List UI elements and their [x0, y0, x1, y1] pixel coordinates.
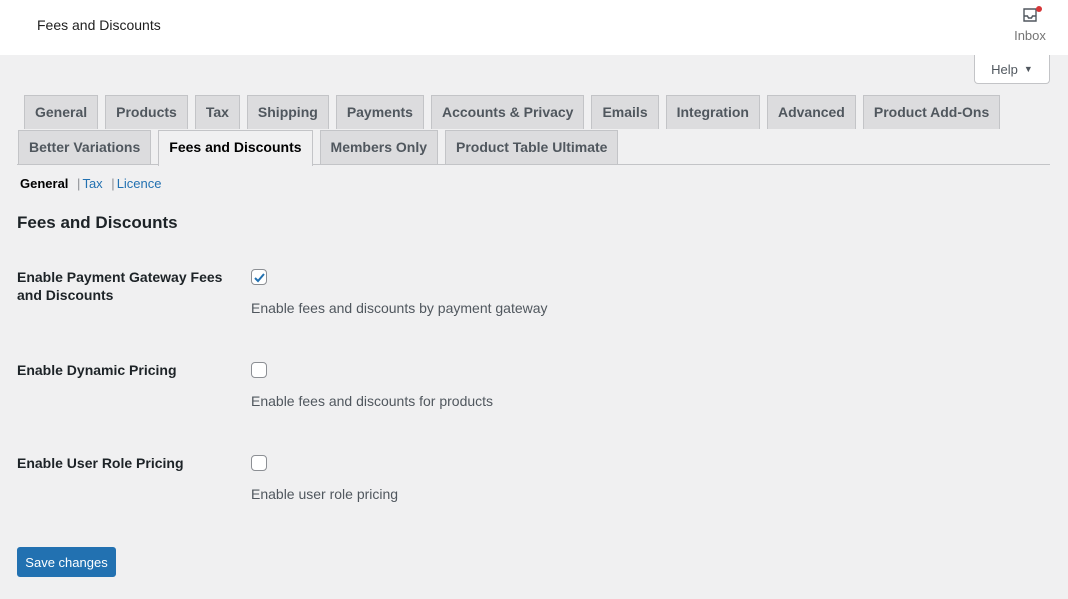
help-label: Help — [991, 61, 1018, 77]
page-title: Fees and Discounts — [37, 17, 161, 33]
payment-gateway-fees-checkbox[interactable] — [251, 269, 267, 285]
tab-fees-and-discounts[interactable]: Fees and Discounts — [158, 130, 313, 166]
subnav-general[interactable]: General — [20, 176, 68, 191]
tabs-row-2: Better Variations Fees and Discounts Mem… — [17, 130, 1050, 166]
tab-product-table-ultimate[interactable]: Product Table Ultimate — [445, 130, 619, 164]
tab-payments[interactable]: Payments — [335, 95, 424, 129]
tab-general[interactable]: General — [24, 95, 99, 129]
subnav-licence[interactable]: Licence — [117, 176, 162, 191]
inbox-icon — [1012, 6, 1048, 24]
tab-emails[interactable]: Emails — [591, 95, 659, 129]
tab-tax[interactable]: Tax — [194, 95, 240, 129]
section-heading: Fees and Discounts — [17, 213, 178, 232]
tab-shipping[interactable]: Shipping — [246, 95, 329, 129]
tab-product-add-ons[interactable]: Product Add-Ons — [862, 95, 1001, 129]
help-button[interactable]: Help ▼ — [974, 55, 1050, 84]
sub-navigation: General | Tax | Licence — [20, 176, 162, 191]
payment-gateway-fees-label: Enable Payment Gateway Fees and Discount… — [17, 269, 223, 303]
save-changes-button[interactable]: Save changes — [17, 547, 116, 577]
payment-gateway-fees-description: Enable fees and discounts by payment gat… — [251, 300, 548, 316]
checkmark-icon — [254, 273, 265, 283]
tabs-row-1: General Products Tax Shipping Payments A… — [17, 95, 1050, 130]
tab-better-variations[interactable]: Better Variations — [18, 130, 152, 164]
tab-products[interactable]: Products — [105, 95, 188, 129]
dynamic-pricing-label: Enable Dynamic Pricing — [17, 362, 177, 378]
subnav-tax[interactable]: Tax — [82, 176, 102, 191]
user-role-pricing-description: Enable user role pricing — [251, 486, 399, 502]
user-role-pricing-checkbox[interactable] — [251, 455, 267, 471]
tab-advanced[interactable]: Advanced — [766, 95, 856, 129]
tab-integration[interactable]: Integration — [665, 95, 760, 129]
inbox-button[interactable]: Inbox — [1012, 6, 1048, 43]
subnav-separator: | — [111, 176, 115, 191]
dynamic-pricing-description: Enable fees and discounts for products — [251, 393, 494, 409]
settings-tabs: General Products Tax Shipping Payments A… — [17, 95, 1050, 166]
tab-accounts-privacy[interactable]: Accounts & Privacy — [430, 95, 585, 129]
tab-members-only[interactable]: Members Only — [319, 130, 439, 164]
triangle-down-icon: ▼ — [1023, 64, 1033, 74]
subnav-separator: | — [77, 176, 81, 191]
inbox-label: Inbox — [1014, 28, 1046, 43]
dynamic-pricing-checkbox[interactable] — [251, 362, 267, 378]
notification-dot — [1036, 6, 1042, 12]
user-role-pricing-label: Enable User Role Pricing — [17, 455, 184, 471]
top-bar: Fees and Discounts Inbox — [0, 0, 1068, 55]
